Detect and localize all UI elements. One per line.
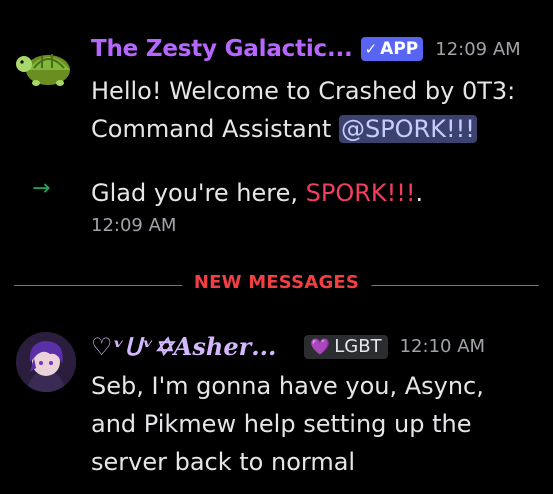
role-badge: 💜 LGBT	[304, 334, 388, 359]
app-badge: ✓ APP	[360, 37, 424, 61]
user-mention[interactable]: @SPORK!!!	[338, 115, 477, 143]
message-line: and Pikmew help setting up the	[91, 410, 472, 438]
join-text: Glad you're here, SPORK!!!.	[91, 174, 423, 212]
timestamp[interactable]: 12:09 AM	[435, 39, 520, 60]
message-line: Command Assistant @SPORK!!!	[91, 110, 515, 148]
joined-user-name[interactable]: SPORK!!!	[306, 179, 416, 207]
message-line: server back to normal	[91, 448, 356, 476]
timestamp[interactable]: 12:10 AM	[400, 336, 485, 357]
message-line-text: Command Assistant	[91, 115, 339, 143]
anime-avatar[interactable]	[16, 332, 76, 392]
message-content: Seb, I'm gonna have you, Async, and Pikm…	[91, 367, 484, 481]
heart-icon: 💜	[310, 337, 331, 356]
join-text-prefix: Glad you're here,	[91, 179, 306, 207]
author-name[interactable]: ♡ᵛᑌᵛ✡𝑨𝒔𝒉𝒆𝒓...	[91, 332, 276, 361]
turtle-icon[interactable]	[14, 34, 76, 96]
new-messages-label: NEW MESSAGES	[181, 272, 372, 293]
join-arrow-icon: →	[32, 176, 51, 201]
app-badge-label: APP	[380, 39, 419, 59]
message-line: Seb, I'm gonna have you, Async,	[91, 372, 484, 400]
check-icon: ✓	[364, 40, 378, 58]
join-text-suffix: .	[415, 179, 424, 207]
role-badge-label: LGBT	[334, 336, 382, 357]
timestamp[interactable]: 12:09 AM	[91, 215, 176, 236]
message-line: Hello! Welcome to Crashed by 0T3:	[91, 77, 516, 105]
author-name[interactable]: The Zesty Galactic...	[91, 36, 353, 62]
message-content: Hello! Welcome to Crashed by 0T3: Comman…	[91, 72, 515, 148]
